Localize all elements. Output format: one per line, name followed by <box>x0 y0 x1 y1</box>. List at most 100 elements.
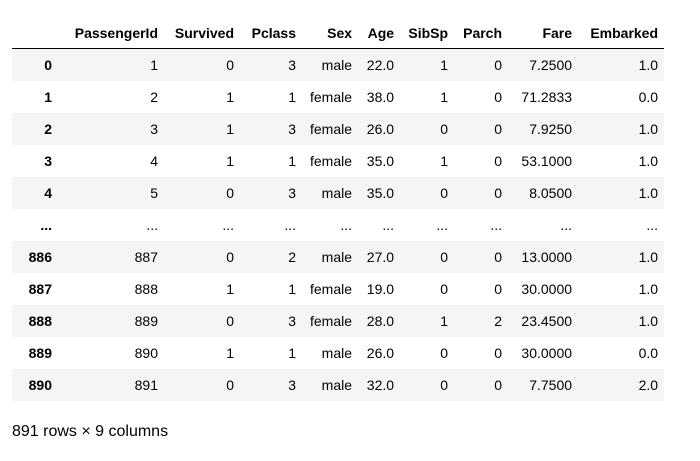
cell-sibsp: 0 <box>440 249 449 265</box>
cell-embarked: 1.0 <box>638 153 659 169</box>
cell-sibsp: 0 <box>440 377 449 393</box>
table-row: 4 5 0 3 male 35.0 0 0 8.0500 1.0 <box>12 177 665 209</box>
cell-passengerid: ... <box>146 217 158 233</box>
cell-fare: 13.0000 <box>521 249 573 265</box>
row-index: 4 <box>44 185 52 201</box>
cell-sibsp: 0 <box>440 185 449 201</box>
cell-parch: 0 <box>494 89 503 105</box>
shape-summary: 891 rows × 9 columns <box>12 423 169 440</box>
cell-parch: ... <box>490 217 503 233</box>
table-row: 888 889 0 3 female 28.0 1 2 23.4500 1.0 <box>12 305 665 337</box>
row-index: 887 <box>28 281 52 297</box>
cell-parch: 0 <box>494 281 503 297</box>
cell-sibsp: 1 <box>440 153 449 169</box>
cell-age: 26.0 <box>366 121 395 137</box>
cell-pclass: 3 <box>288 121 296 137</box>
cell-sex: female <box>310 281 353 297</box>
cell-passengerid: 2 <box>150 89 158 105</box>
column-header-parch: Parch <box>454 18 509 49</box>
cell-sex: male <box>321 57 353 73</box>
cell-fare: 7.7500 <box>529 377 573 393</box>
table-row: 1 2 1 1 female 38.0 1 0 71.2833 0.0 <box>12 81 665 113</box>
row-index: 889 <box>28 345 52 361</box>
cell-passengerid: 5 <box>150 185 158 201</box>
cell-passengerid: 888 <box>134 281 158 297</box>
column-header-embarked: Embarked <box>578 18 665 49</box>
cell-sex: male <box>321 377 353 393</box>
cell-age: 38.0 <box>366 89 395 105</box>
cell-survived: 1 <box>226 121 234 137</box>
row-index: 3 <box>44 153 52 169</box>
cell-parch: 0 <box>494 377 503 393</box>
table-row: 889 890 1 1 male 26.0 0 0 30.0000 0.0 <box>12 337 665 369</box>
cell-parch: 0 <box>494 57 503 73</box>
table-row: 0 1 0 3 male 22.0 1 0 7.2500 1.0 <box>12 48 665 81</box>
cell-survived: 0 <box>226 377 234 393</box>
cell-age: 27.0 <box>366 249 395 265</box>
cell-age: 19.0 <box>366 281 395 297</box>
column-header-pclass: Pclass <box>240 18 302 49</box>
cell-fare: 30.0000 <box>521 281 573 297</box>
cell-fare: ... <box>560 217 573 233</box>
cell-age: 22.0 <box>366 57 395 73</box>
cell-embarked: 1.0 <box>638 313 659 329</box>
cell-parch: 0 <box>494 153 503 169</box>
cell-parch: 2 <box>494 313 503 329</box>
cell-parch: 0 <box>494 121 503 137</box>
cell-passengerid: 889 <box>134 313 158 329</box>
cell-sibsp: 0 <box>440 281 449 297</box>
column-header-age: Age <box>358 18 401 49</box>
column-header-sex: Sex <box>302 18 359 49</box>
cell-pclass: 3 <box>288 185 296 201</box>
cell-survived: 1 <box>226 153 234 169</box>
cell-pclass: 2 <box>288 249 296 265</box>
cell-passengerid: 3 <box>150 121 158 137</box>
row-index: 0 <box>44 57 52 73</box>
cell-pclass: 3 <box>288 57 296 73</box>
cell-pclass: 1 <box>288 153 296 169</box>
cell-pclass: 3 <box>288 313 296 329</box>
cell-sibsp: ... <box>436 217 449 233</box>
cell-embarked: 0.0 <box>638 345 659 361</box>
cell-passengerid: 1 <box>150 57 158 73</box>
cell-survived: 0 <box>226 313 234 329</box>
cell-sibsp: 1 <box>440 89 449 105</box>
cell-survived: 0 <box>226 185 234 201</box>
cell-survived: 0 <box>226 57 234 73</box>
column-header-passengerid: PassengerId <box>58 18 164 49</box>
cell-passengerid: 890 <box>134 345 158 361</box>
cell-embarked: 1.0 <box>638 281 659 297</box>
row-index: 890 <box>28 377 52 393</box>
cell-survived: 1 <box>226 281 234 297</box>
cell-parch: 0 <box>494 345 503 361</box>
table-row: 890 891 0 3 male 32.0 0 0 7.7500 2.0 <box>12 369 665 401</box>
cell-passengerid: 887 <box>134 249 158 265</box>
cell-embarked: 1.0 <box>638 121 659 137</box>
cell-sex: male <box>321 249 353 265</box>
table-header: PassengerId Survived Pclass Sex Age SibS… <box>12 18 665 49</box>
header-row: PassengerId Survived Pclass Sex Age SibS… <box>12 18 665 49</box>
column-header-fare: Fare <box>508 18 579 49</box>
cell-fare: 71.2833 <box>521 89 573 105</box>
cell-pclass: ... <box>284 217 296 233</box>
cell-parch: 0 <box>494 249 503 265</box>
dataframe-table: PassengerId Survived Pclass Sex Age SibS… <box>12 18 665 401</box>
cell-sex: female <box>310 121 353 137</box>
cell-passengerid: 4 <box>150 153 158 169</box>
cell-embarked: 1.0 <box>638 185 659 201</box>
table-row: 3 4 1 1 female 35.0 1 0 53.1000 1.0 <box>12 145 665 177</box>
cell-sex: female <box>310 89 353 105</box>
cell-sex: female <box>310 313 353 329</box>
cell-survived: ... <box>222 217 234 233</box>
cell-age: 26.0 <box>366 345 395 361</box>
cell-embarked: 2.0 <box>638 377 659 393</box>
cell-pclass: 1 <box>288 281 296 297</box>
dataframe-output: PassengerId Survived Pclass Sex Age SibS… <box>12 18 665 401</box>
row-index: 2 <box>44 121 52 137</box>
cell-age: 32.0 <box>366 377 395 393</box>
cell-fare: 53.1000 <box>521 153 573 169</box>
cell-sex: female <box>310 153 353 169</box>
cell-embarked: 1.0 <box>638 249 659 265</box>
index-header <box>12 18 58 49</box>
cell-fare: 30.0000 <box>521 345 573 361</box>
